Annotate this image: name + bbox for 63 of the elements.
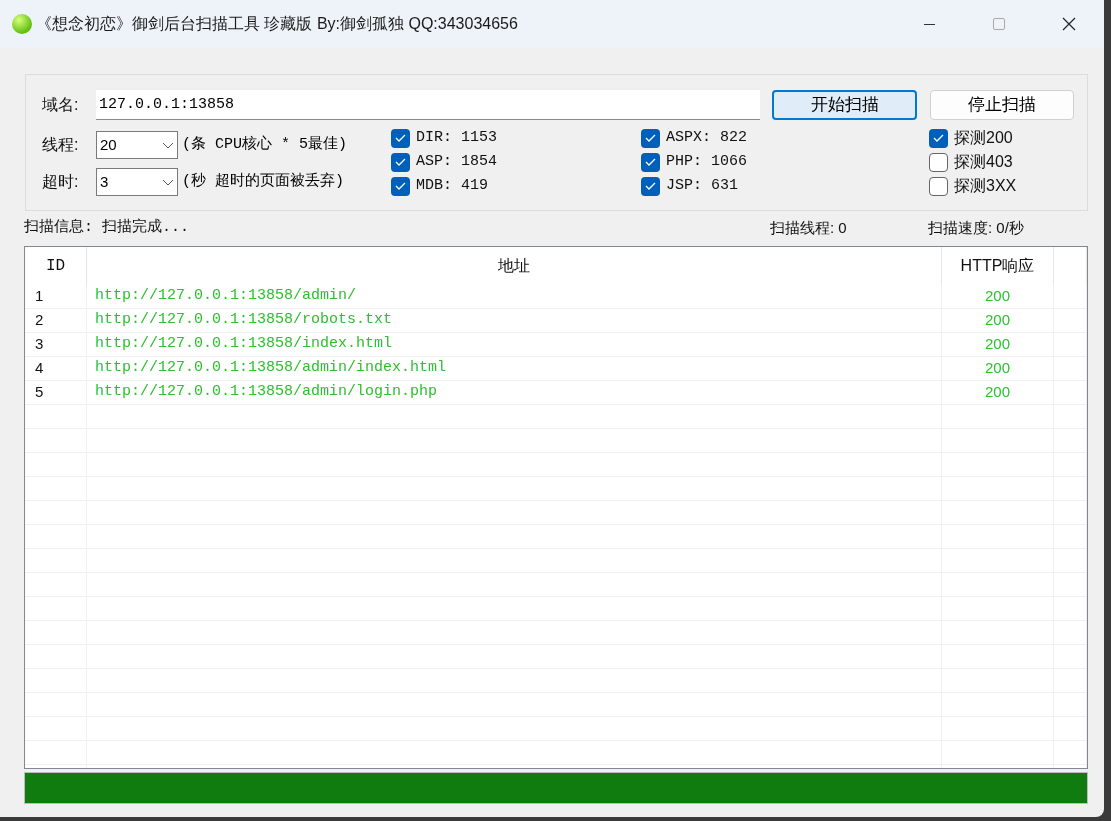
- scan-threads-text: 扫描线程: 0: [770, 218, 848, 239]
- table-cell: http://127.0.0.1:13858/index.html: [87, 333, 942, 356]
- window-title: 《想念初恋》御剑后台扫描工具 珍藏版 By:御剑孤独 QQ:343034656: [36, 14, 518, 34]
- checkbox[interactable]: [391, 128, 410, 148]
- table-cell: http://127.0.0.1:13858/admin/login.php: [87, 381, 942, 404]
- column-header[interactable]: ID: [25, 247, 87, 285]
- table-cell: http://127.0.0.1:13858/robots.txt: [87, 309, 942, 332]
- checkbox-option[interactable]: ASP: 1854: [391, 152, 641, 172]
- check-icon: [933, 134, 944, 142]
- checkbox[interactable]: [929, 176, 948, 196]
- close-icon: [1062, 17, 1076, 31]
- maximize-icon: [993, 18, 1005, 30]
- checkbox-option[interactable]: ASPX: 822: [641, 128, 929, 148]
- checkbox-option[interactable]: 探测403: [929, 152, 1017, 172]
- domain-label: 域名:: [42, 95, 80, 115]
- stop-scan-button[interactable]: 停止扫描: [930, 90, 1074, 120]
- checkbox-option[interactable]: 探测3XX: [929, 176, 1017, 196]
- checkbox-option[interactable]: MDB: 419: [391, 176, 641, 196]
- check-icon: [645, 158, 656, 166]
- checkbox-option[interactable]: DIR: 1153: [391, 128, 641, 148]
- start-scan-button[interactable]: 开始扫描: [772, 90, 917, 120]
- minimize-icon: [923, 23, 935, 25]
- timeout-dropdown[interactable]: 3: [96, 168, 178, 196]
- scan-info-text: 扫描信息: 扫描完成...: [24, 217, 190, 239]
- table-cell: 200: [942, 333, 1054, 356]
- checkbox-option[interactable]: 探测200: [929, 128, 1017, 148]
- checkbox[interactable]: [641, 176, 660, 196]
- column-header[interactable]: 地址: [87, 247, 942, 285]
- check-icon: [395, 134, 406, 142]
- table-cell: 5: [25, 381, 87, 404]
- scan-speed-text: 扫描速度: 0/秒: [928, 218, 1024, 239]
- chevron-down-icon: [162, 141, 174, 149]
- table-cell: http://127.0.0.1:13858/admin/index.html: [87, 357, 942, 380]
- app-icon: [12, 14, 32, 34]
- check-icon: [395, 182, 406, 190]
- chevron-down-icon: [162, 178, 174, 186]
- threads-hint: (条 CPU核心 * 5最佳): [182, 134, 347, 155]
- checkbox[interactable]: [641, 128, 660, 148]
- table-cell: http://127.0.0.1:13858/admin/: [87, 285, 942, 308]
- threads-label: 线程:: [42, 135, 80, 155]
- checkbox-option[interactable]: PHP: 1066: [641, 152, 929, 172]
- table-cell: 2: [25, 309, 87, 332]
- table-cell: 4: [25, 357, 87, 380]
- checkbox[interactable]: [391, 176, 410, 196]
- threads-dropdown[interactable]: 20: [96, 131, 178, 159]
- timeout-label: 超时:: [42, 172, 80, 192]
- table-cell: 1: [25, 285, 87, 308]
- checkbox[interactable]: [929, 152, 948, 172]
- table-cell: 200: [942, 357, 1054, 380]
- table-cell: 3: [25, 333, 87, 356]
- check-icon: [645, 182, 656, 190]
- checkbox[interactable]: [929, 128, 948, 148]
- domain-field[interactable]: 127.0.0.1:13858: [96, 90, 760, 120]
- checkbox-option[interactable]: JSP: 631: [641, 176, 929, 196]
- check-icon: [645, 134, 656, 142]
- checkbox[interactable]: [391, 152, 410, 172]
- check-icon: [395, 158, 406, 166]
- timeout-hint: (秒 超时的页面被丢弃): [182, 171, 344, 192]
- table-cell: 200: [942, 381, 1054, 404]
- table-cell: 200: [942, 285, 1054, 308]
- column-header[interactable]: HTTP响应: [942, 247, 1054, 285]
- table-cell: 200: [942, 309, 1054, 332]
- checkbox[interactable]: [641, 152, 660, 172]
